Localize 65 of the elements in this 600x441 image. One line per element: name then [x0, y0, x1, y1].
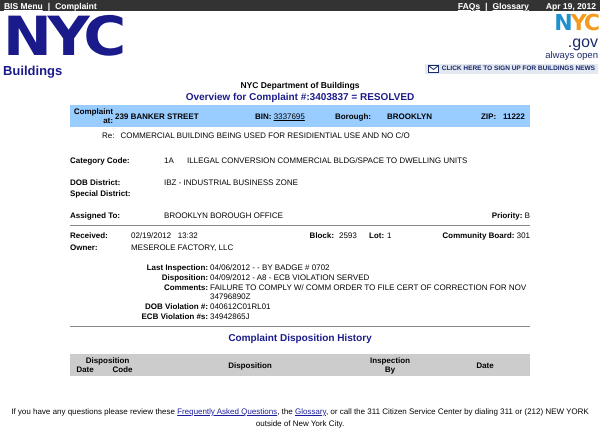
column-header: Date [475, 360, 495, 370]
field-label: Received: [70, 231, 109, 240]
field-label: Comments: [162, 283, 208, 294]
field-value: 2593 [339, 231, 358, 240]
nav-text: Complaint [55, 0, 97, 10]
field-value: BROOKLYN BOROUGH OFFICE [164, 211, 284, 220]
field-label: Disposition: [160, 273, 208, 282]
field-label: Owner: [70, 243, 99, 252]
nav-link[interactable]: FAQs [458, 0, 480, 10]
field-value: IBZ - INDUSTRIAL BUSINESS ZONE [164, 178, 299, 187]
section-title: Complaint Disposition History [227, 333, 373, 344]
field-label: ZIP: [481, 112, 498, 120]
separator: | [485, 0, 488, 10]
column-header: Disposition [84, 356, 130, 365]
field-value: 1 [387, 231, 392, 240]
column-header: Code [112, 365, 134, 374]
field-label: Special District: [70, 189, 132, 198]
logo-text: Buildings [3, 63, 64, 79]
field-value: 04/06/2012 - - BY BADGE # 0702 [210, 263, 330, 272]
field-label: Re: [102, 131, 114, 140]
column-header: Disposition [227, 360, 273, 370]
nav-link[interactable]: BIS Menu [4, 0, 43, 10]
field-value: 301 [516, 231, 530, 240]
field-value: MESEROLE FACTORY, LLC [131, 243, 234, 252]
envelope-icon [428, 64, 439, 72]
overview-title: Overview for Complaint #:3403837 = RESOLVED [184, 92, 416, 103]
footer-link[interactable]: Glossary [294, 407, 326, 416]
nav-link[interactable]: Glossary [492, 0, 529, 10]
field-value: 040612C01RL01 [210, 302, 272, 311]
field-label: BIN: [255, 112, 272, 120]
field-value: COMMERCIAL BUILDING BEING USED FOR RESIDIENTIAL USE AND NO C/O [120, 131, 410, 140]
footer-link[interactable]: Frequently Asked Questions [177, 407, 278, 416]
field-value: 02/19/2012 13:32 [131, 231, 199, 240]
borough-value: BROOKLYN [387, 112, 434, 120]
gov-logo-mark: NYC [554, 13, 598, 35]
footer-text: If you have any questions please review these Frequently Asked Questions, the Glossary, or call the 311 Citizen Service Center by dialing 311 or (212) NEW YORK outside of New York City. [10, 406, 590, 430]
field-label: Priority: [492, 211, 522, 220]
column-header: Date [75, 365, 95, 374]
field-label: Assigned To: [70, 211, 122, 220]
field-label: Community Board: [442, 231, 514, 240]
field-label: ECB Violation #s: [140, 312, 208, 321]
separator: | [48, 0, 50, 10]
field-label: DOB Violation #: [144, 302, 208, 311]
bin-link[interactable]: 3337695 [274, 112, 305, 120]
category-code: 1A [164, 156, 175, 165]
address-value: 239 BANKER STREET [115, 112, 200, 120]
department-title: NYC Department of Buildings [239, 80, 360, 90]
gov-logo-domain: .gov [568, 35, 598, 51]
field-value: FAILURE TO COMPLY W/ COMM ORDER TO FILE CERT OF CORRECTION FOR NOV 34796890Z [210, 283, 528, 301]
field-label: Category Code: [70, 156, 131, 165]
gov-logo-tagline: always open [545, 51, 598, 60]
field-label: Last Inspection: [146, 263, 208, 272]
field-value: B [524, 211, 530, 220]
category-description: ILLEGAL CONVERSION COMMERCIAL BLDG/SPACE TO DWELLING UNITS [187, 156, 468, 165]
field-value: 34942865J [210, 312, 251, 321]
nav-text: Apr 19, 2012 [546, 0, 596, 10]
field-label: DOB District: [70, 178, 122, 187]
field-label: Borough: [335, 112, 372, 120]
logo-mark: NYC [3, 13, 122, 61]
field-label: Complaint at: [72, 107, 114, 125]
field-value: 04/09/2012 - A8 - ECB VIOLATION SERVED [210, 273, 370, 282]
zip-value: 11222 [503, 112, 526, 120]
column-header: Inspection By [368, 356, 411, 374]
field-label: Lot: [369, 231, 386, 240]
field-label: Block: [308, 231, 335, 240]
